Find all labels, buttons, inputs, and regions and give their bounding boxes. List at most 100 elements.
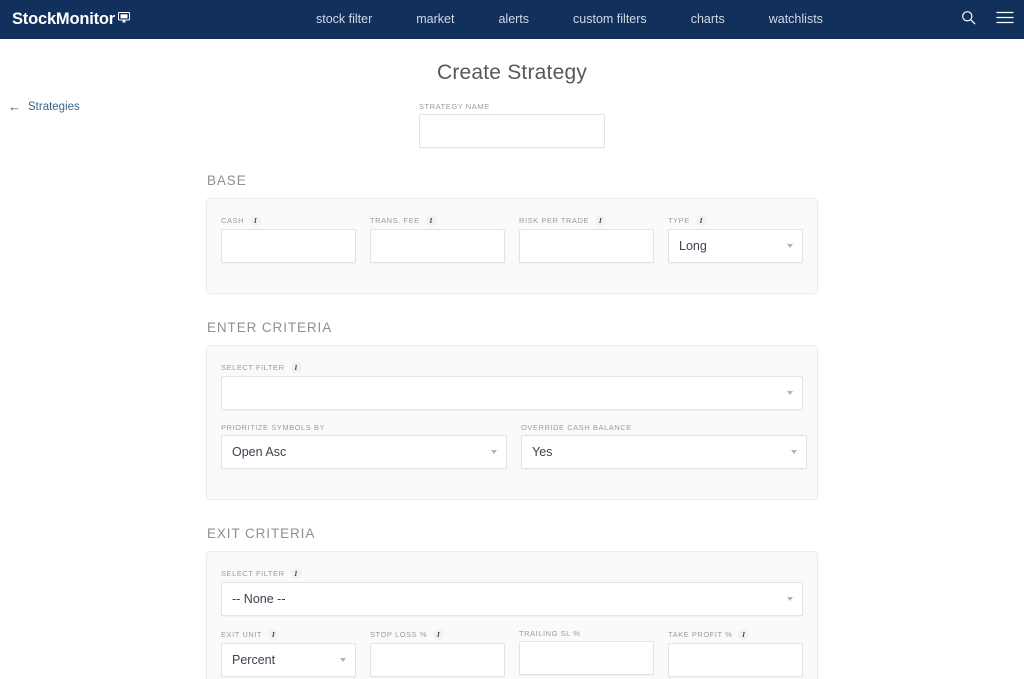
chevron-down-icon [340,658,346,662]
trans-fee-field-group: TRANS. FEE i [370,215,505,263]
type-field-group: TYPE i Long [668,215,803,263]
brand-name: StockMonitor [12,10,116,28]
take-profit-input[interactable] [668,643,803,677]
exit-unit-value: Percent [232,653,276,667]
back-link-label: Strategies [28,100,80,113]
exit-criteria-heading: EXIT CRITERIA [207,526,316,541]
info-icon[interactable]: i [595,215,607,226]
override-cash-balance-label-text: OVERRIDE CASH BALANCE [521,423,632,432]
info-icon[interactable]: i [738,629,750,640]
base-card: CASH i TRANS. FEE i RISK PER TRADE i [206,198,818,294]
cash-input[interactable] [221,229,356,263]
stop-loss-label-text: STOP LOSS % [370,630,428,639]
strategy-name-label-text: STRATEGY NAME [419,102,490,111]
base-section: BASE CASH i TRANS. FEE i [206,173,818,294]
chevron-down-icon [791,450,797,454]
prioritize-symbols-label-text: PRIORITIZE SYMBOLS BY [221,423,326,432]
info-icon[interactable]: i [425,215,437,226]
cash-label: CASH i [221,215,356,226]
trans-fee-input[interactable] [370,229,505,263]
exit-criteria-section: EXIT CRITERIA SELECT FILTER i -- None -- [206,526,818,679]
chevron-down-icon [491,450,497,454]
type-label-text: TYPE [668,216,690,225]
exit-unit-label-text: EXIT UNIT [221,630,263,639]
info-icon[interactable]: i [695,215,707,226]
enter-select-filter-select[interactable] [221,376,803,410]
enter-select-filter-row: SELECT FILTER i [221,362,803,410]
prioritize-symbols-group: PRIORITIZE SYMBOLS BY Open Asc [221,423,507,469]
info-icon[interactable]: i [290,362,302,373]
nav-link-market[interactable]: market [394,0,476,39]
info-icon[interactable]: i [250,215,262,226]
take-profit-group: TAKE PROFIT % i [668,629,803,677]
search-icon[interactable] [961,10,976,30]
exit-select-filter-row: SELECT FILTER i -- None -- [221,568,803,616]
enter-select-filter-label: SELECT FILTER i [221,362,803,373]
exit-unit-label: EXIT UNIT i [221,629,356,640]
navbar-actions [961,0,1014,39]
prioritize-symbols-label: PRIORITIZE SYMBOLS BY [221,423,507,432]
chevron-down-icon [787,391,793,395]
strategy-name-label: STRATEGY NAME [419,102,605,111]
take-profit-label: TAKE PROFIT % i [668,629,803,640]
prioritize-symbols-value: Open Asc [232,445,287,459]
hamburger-menu-icon[interactable] [996,11,1014,29]
trailing-sl-input[interactable] [519,641,654,675]
trans-fee-label: TRANS. FEE i [370,215,505,226]
base-fields-row: CASH i TRANS. FEE i RISK PER TRADE i [221,215,803,263]
nav-link-watchlists[interactable]: watchlists [747,0,845,39]
info-icon[interactable]: i [268,629,280,640]
enter-select-filter-group: SELECT FILTER i [221,362,803,410]
exit-unit-select[interactable]: Percent [221,643,356,677]
exit-select-filter-select[interactable]: -- None -- [221,582,803,616]
prioritize-symbols-select[interactable]: Open Asc [221,435,507,469]
type-select[interactable]: Long [668,229,803,263]
trailing-sl-label: TRAILING SL % [519,629,654,638]
exit-unit-group: EXIT UNIT i Percent [221,629,356,677]
cash-label-text: CASH [221,216,245,225]
trailing-sl-group: TRAILING SL % [519,629,654,677]
nav-link-stock-filter[interactable]: stock filter [294,0,394,39]
risk-per-trade-label-text: RISK PER TRADE [519,216,590,225]
exit-select-filter-group: SELECT FILTER i -- None -- [221,568,803,616]
trailing-sl-label-text: TRAILING SL % [519,629,581,638]
nav-link-alerts[interactable]: alerts [476,0,551,39]
exit-select-filter-label-text: SELECT FILTER [221,569,285,578]
enter-select-filter-label-text: SELECT FILTER [221,363,285,372]
strategy-name-field-group: STRATEGY NAME [419,102,605,148]
type-label: TYPE i [668,215,803,226]
risk-per-trade-input[interactable] [519,229,654,263]
trans-fee-label-text: TRANS. FEE [370,216,420,225]
override-cash-balance-label: OVERRIDE CASH BALANCE [521,423,807,432]
strategy-name-input[interactable] [419,114,605,148]
back-to-strategies-link[interactable]: ← Strategies [8,100,80,113]
risk-per-trade-field-group: RISK PER TRADE i [519,215,654,263]
chevron-down-icon [787,244,793,248]
info-icon[interactable]: i [290,568,302,579]
nav-link-charts[interactable]: charts [669,0,747,39]
cash-field-group: CASH i [221,215,356,263]
override-cash-balance-value: Yes [532,445,553,459]
exit-select-filter-value: -- None -- [232,592,286,606]
exit-select-filter-label: SELECT FILTER i [221,568,803,579]
info-icon[interactable]: i [433,629,445,640]
top-navigation-bar: StockMonitor stock filter market alerts … [0,0,1024,39]
stop-loss-group: STOP LOSS % i [370,629,505,677]
main-nav-links: stock filter market alerts custom filter… [294,0,845,39]
enter-criteria-heading: ENTER CRITERIA [207,320,333,335]
enter-criteria-section: ENTER CRITERIA SELECT FILTER i [206,320,818,500]
exit-criteria-card: SELECT FILTER i -- None -- EXIT UNIT i [206,551,818,679]
nav-link-custom-filters[interactable]: custom filters [551,0,669,39]
arrow-left-icon: ← [8,99,21,114]
stop-loss-input[interactable] [370,643,505,677]
exit-fields-row: EXIT UNIT i Percent STOP LOSS % i [221,629,803,677]
page-content: ← Strategies Create Strategy STRATEGY NA… [0,39,1024,679]
page-title: Create Strategy [436,61,588,84]
override-cash-balance-group: OVERRIDE CASH BALANCE Yes [521,423,807,469]
monitor-icon [118,9,131,28]
enter-options-row: PRIORITIZE SYMBOLS BY Open Asc OVERRIDE … [221,423,807,469]
stop-loss-label: STOP LOSS % i [370,629,505,640]
take-profit-label-text: TAKE PROFIT % [668,630,733,639]
brand-logo[interactable]: StockMonitor [0,9,131,29]
override-cash-balance-select[interactable]: Yes [521,435,807,469]
